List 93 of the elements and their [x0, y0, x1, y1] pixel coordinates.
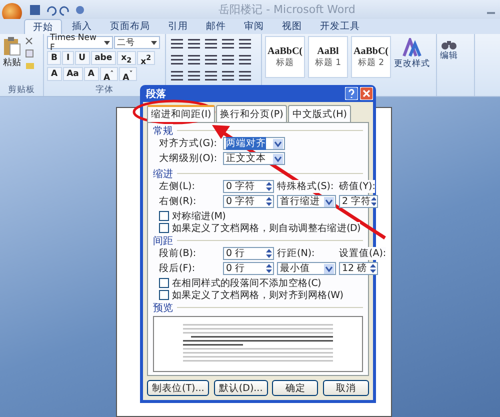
ribbon-tab[interactable]: 引用 [160, 19, 196, 34]
dialog-button[interactable]: 确定 [272, 380, 318, 396]
section-heading: 常规 [153, 124, 173, 138]
caret-icon [273, 138, 283, 148]
spin-field[interactable]: 2 字符 [339, 195, 378, 208]
format-button[interactable]: x$_{2}$ [117, 51, 136, 65]
format-button[interactable]: B [47, 51, 62, 65]
spin-arrows-icon [371, 197, 376, 206]
font-effect-button[interactable]: A [84, 67, 99, 81]
cut-copy-icons[interactable] [24, 36, 36, 72]
dialog-tab[interactable]: 缩进和间距(I) [147, 105, 216, 122]
font-effect-button[interactable]: A$^{˅}$ [118, 67, 137, 81]
field-label: 左侧(L): [159, 180, 195, 193]
dialog-button[interactable]: 制表位(T)... [147, 380, 210, 396]
section-heading: 缩进 [153, 166, 173, 180]
field-label: 段前(B): [159, 247, 196, 260]
editing-button[interactable]: 编辑 [440, 36, 458, 64]
spin-arrows-icon [266, 264, 272, 273]
ribbon-tab[interactable]: 开始 [24, 19, 62, 34]
caret-icon [324, 264, 334, 274]
section-heading: 预览 [153, 302, 173, 314]
field-label: 磅值(Y): [339, 180, 376, 193]
spin-field[interactable]: 0 行 [223, 262, 274, 275]
help-icon[interactable] [345, 87, 358, 100]
spin-field[interactable]: 0 字符 [223, 180, 274, 193]
style-gallery-item[interactable]: AaBbC( 标题 2 [351, 36, 391, 78]
group-label: 字体 [96, 85, 114, 96]
style-preview: AaBbC( [353, 46, 388, 56]
spin-field[interactable]: 12 磅 [339, 262, 378, 275]
spin-field[interactable]: 0 行 [223, 247, 274, 260]
font-effect-button[interactable]: A [47, 67, 62, 81]
checkbox-label: 如果定义了文档网格，则自动调整右缩进(D) [172, 222, 360, 234]
clipboard-icon [3, 36, 21, 56]
style-name: 标题 2 [358, 56, 384, 68]
spin-arrows-icon [266, 197, 272, 206]
checkbox-label: 对称缩进(M) [172, 210, 226, 222]
format-button[interactable]: U [74, 51, 90, 65]
font-effect-button[interactable]: Aa [62, 67, 83, 81]
style-gallery-item[interactable]: AaBl 标题 1 [308, 36, 348, 78]
ribbon-tab[interactable]: 视图 [274, 19, 310, 34]
format-button[interactable]: x$^{2}$ [136, 51, 155, 65]
font-size-field[interactable]: 二号 [114, 36, 160, 49]
ribbon-tab[interactable]: 页面布局 [102, 19, 158, 34]
field-label: 对齐方式(G): [159, 137, 217, 150]
window-title: 岳阳楼记 - Microsoft Word [218, 2, 356, 17]
paste-button[interactable]: 粘贴 [3, 36, 21, 69]
checkbox-label: 在相同样式的段落间不添加空格(C) [172, 276, 321, 290]
dropdown-field[interactable]: 两端对齐 [223, 137, 285, 150]
spin-arrows-icon [370, 264, 376, 273]
field-label: 设置值(A): [339, 247, 386, 260]
caret-icon [104, 40, 110, 44]
font-effect-button[interactable]: A$^{˄}$ [100, 67, 118, 81]
field-label: 行距(N): [277, 247, 315, 260]
dropdown-field[interactable]: 首行缩进 [277, 195, 336, 208]
style-name: 标题 [276, 56, 294, 68]
caret-icon [324, 196, 334, 206]
style-preview: AaBbC( [267, 46, 302, 56]
dropdown-field[interactable]: 正文文本 [223, 152, 285, 165]
close-icon[interactable] [360, 87, 373, 100]
dropdown-field[interactable]: 最小值 [277, 262, 336, 275]
spin-field[interactable]: 0 字符 [223, 195, 274, 208]
ribbon-tab[interactable]: 插入 [64, 19, 100, 34]
dialog-tab[interactable]: 换行和分页(P) [216, 105, 288, 122]
ribbon-tab[interactable]: 审阅 [236, 19, 272, 34]
format-button[interactable]: abe [90, 51, 116, 65]
dialog-title: 段落 [144, 88, 167, 100]
caret-icon [151, 40, 157, 44]
field-label: 段后(F): [159, 262, 196, 275]
style-name: 标题 1 [314, 56, 342, 68]
dialog-tab[interactable]: 中文版式(H) [288, 105, 351, 122]
change-styles-button[interactable]: 更改样式 [394, 36, 430, 72]
styles-icon [402, 38, 422, 58]
checkbox-label: 如果定义了文档网格，则对齐到网格(W) [172, 288, 344, 302]
style-preview: AaBl [317, 46, 339, 56]
field-label: 特殊格式(S): [277, 180, 334, 193]
checkbox[interactable] [159, 278, 169, 288]
group-label: 剪贴板 [8, 85, 35, 96]
field-label: 大纲级别(O): [159, 152, 218, 165]
section-heading: 间距 [153, 234, 173, 248]
dialog-button[interactable]: 默认(D)... [214, 380, 268, 396]
checkbox[interactable] [159, 223, 169, 233]
style-gallery-item[interactable]: AaBbC( 标题 [265, 36, 305, 78]
format-button[interactable]: I [62, 51, 74, 65]
spin-arrows-icon [266, 249, 272, 258]
dialog-button[interactable]: 取消 [323, 380, 369, 396]
caret-icon [273, 154, 283, 164]
ribbon-tab[interactable]: 邮件 [198, 19, 234, 34]
checkbox[interactable] [159, 290, 169, 300]
field-label: 右侧(R): [159, 195, 196, 208]
binoculars-icon [441, 38, 457, 50]
spin-arrows-icon [266, 182, 272, 191]
ribbon-tab[interactable]: 开发工具 [312, 19, 368, 34]
checkbox[interactable] [159, 211, 169, 221]
